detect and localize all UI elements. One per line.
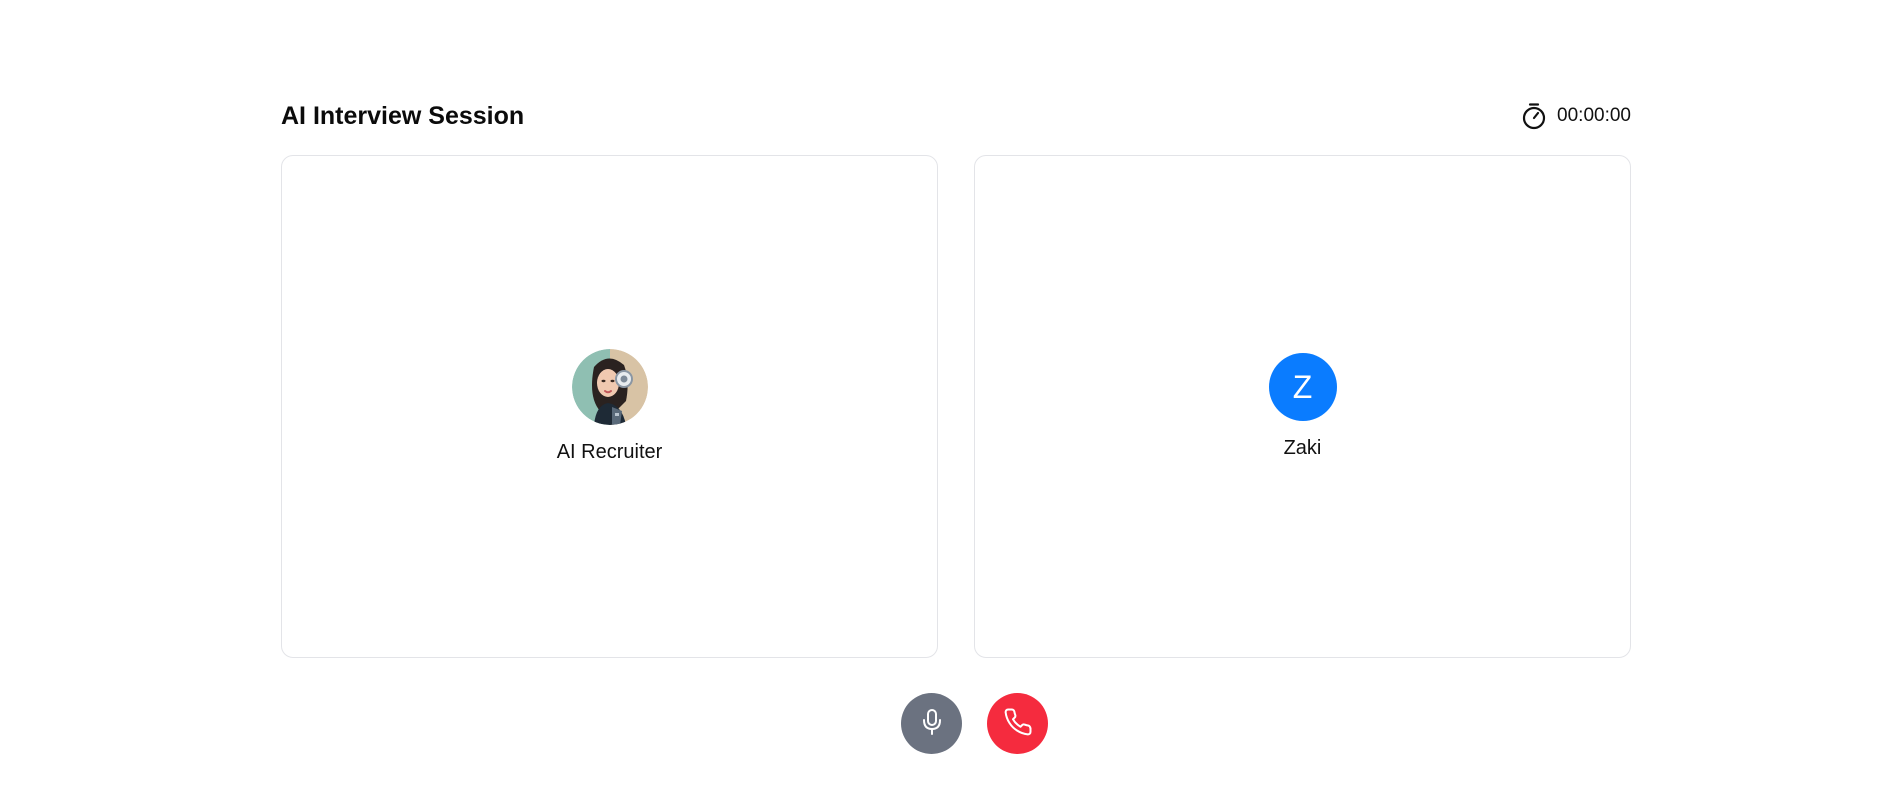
ai-recruiter-panel: AI Recruiter (281, 155, 938, 658)
session-timer: 00:00:00 (1521, 102, 1631, 130)
mic-toggle-button[interactable] (901, 693, 962, 754)
page-title: AI Interview Session (281, 101, 525, 130)
ai-recruiter-avatar (571, 349, 648, 425)
call-controls (0, 693, 1899, 754)
end-call-button[interactable] (987, 693, 1048, 754)
microphone-icon (919, 707, 945, 740)
candidate-panel: Z Zaki (974, 155, 1631, 658)
timer-value: 00:00:00 (1557, 105, 1631, 126)
phone-hangup-icon (1003, 707, 1033, 740)
candidate-name: Zaki (1283, 437, 1322, 459)
interview-page: AI Interview Session 00:00:00 AI Recruit… (0, 0, 1899, 800)
ai-recruiter-name: AI Recruiter (556, 441, 663, 463)
candidate-avatar: Z (1268, 353, 1337, 421)
session-header: AI Interview Session 00:00:00 (281, 96, 1631, 136)
participant-panels: AI Recruiter Z Zaki (281, 155, 1631, 658)
stopwatch-icon (1521, 102, 1547, 130)
